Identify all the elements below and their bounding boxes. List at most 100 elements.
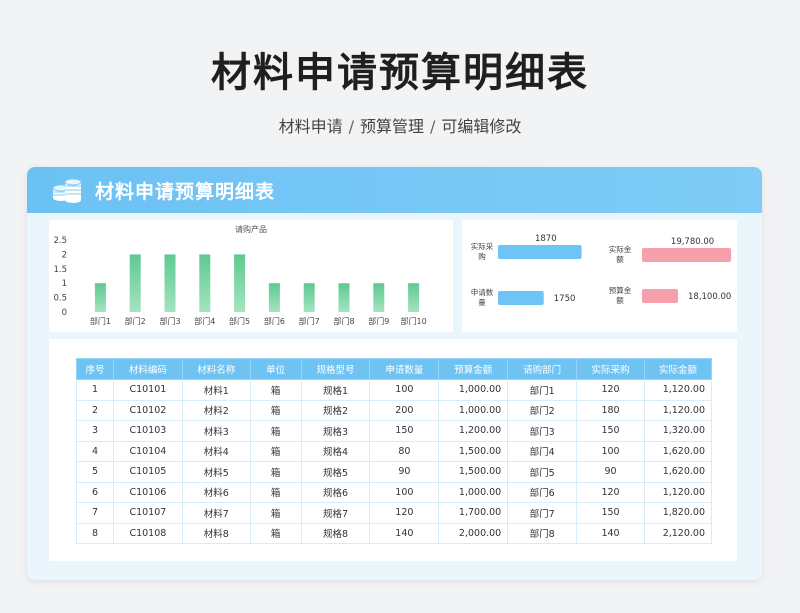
kpi-label: 量 <box>478 298 486 307</box>
table-cell: 箱 <box>249 420 302 442</box>
x-tick-label: 部门9 <box>368 316 389 326</box>
bar-6 <box>268 283 280 312</box>
table-cell: 规格6 <box>300 481 371 503</box>
bar-5 <box>234 254 246 312</box>
table-cell: C10106 <box>112 481 183 503</box>
table-cell: 规格7 <box>300 502 371 524</box>
table-cell: 规格2 <box>300 399 371 421</box>
table-cell: 1,000.00 <box>438 481 509 503</box>
y-tick-label: 0.5 <box>53 294 67 304</box>
breadcrumb: 材料申请 / 预算管理 / 可编辑修改 <box>0 113 800 137</box>
y-tick-label: 0 <box>62 308 67 318</box>
table-cell: 规格5 <box>300 461 371 483</box>
bar-2 <box>129 254 141 312</box>
table-cell: 100 <box>369 481 440 503</box>
breadcrumb-item-2: 预算管理 <box>359 117 424 136</box>
table-cell: 120 <box>369 502 440 524</box>
table-cell: 规格1 <box>300 379 371 401</box>
x-tick-label: 部门6 <box>264 316 285 326</box>
x-tick-label: 部门1 <box>90 316 111 326</box>
kpi-bar-1 <box>498 245 582 259</box>
table-cell: 1,200.00 <box>438 420 509 442</box>
kpi-bar-4 <box>642 289 678 303</box>
table-header-cell: 单位 <box>249 358 302 380</box>
table-header-cell: 实际采购 <box>576 358 645 380</box>
table-cell: 4 <box>76 440 114 462</box>
x-tick-label: 部门4 <box>194 316 215 326</box>
table-cell: 1,620.00 <box>643 440 713 462</box>
table-cell: 90 <box>369 461 440 483</box>
table-header-row: 序号 材料编码 材料名称 单位 规格型号 申请数量 预算金额 请购部门 实际采购 实际金额 <box>76 358 713 380</box>
table-cell: 规格4 <box>300 440 371 462</box>
table-cell: 2,000.00 <box>438 522 509 544</box>
kpi-value: 1870 <box>535 234 557 244</box>
table-cell: C10102 <box>112 399 183 421</box>
table-cell: C10103 <box>112 420 183 442</box>
table-cell: 部门3 <box>507 420 578 442</box>
table-cell: 箱 <box>249 379 302 401</box>
kpi-value: 18,100.00 <box>688 292 731 302</box>
budget-table: 序号 材料编码 材料名称 单位 规格型号 申请数量 预算金额 请购部门 实际采购 实际金额 1 C1… <box>76 358 713 544</box>
kpi-label: 购 <box>478 251 486 261</box>
table-cell: 部门6 <box>507 481 578 503</box>
table-cell: 100 <box>369 379 440 401</box>
table-cell: 规格8 <box>300 522 371 544</box>
kpi-label: 实际采 <box>471 241 494 251</box>
kpi-label: 额 <box>616 254 624 264</box>
table-row: 1 C10101 材料1 箱规格1 100 1,000.00 部门1 120 1,120.00 <box>76 379 713 401</box>
y-tick-label: 2.5 <box>53 236 67 246</box>
kpi-chart: 实际采购1870申请数量 1750实际金额19,780.00预算金额 18,100.… <box>471 234 732 307</box>
coin-stack-icon <box>52 178 82 203</box>
table-cell: 部门5 <box>507 461 578 483</box>
y-tick-label: 2 <box>62 250 67 260</box>
card-header: 材料申请预算明细表 <box>27 167 762 213</box>
table-cell: 箱 <box>249 461 302 483</box>
table-cell: 材料3 <box>181 420 251 442</box>
table-cell: 150 <box>576 502 645 524</box>
table-cell: 部门2 <box>507 399 578 421</box>
table-cell: 1,000.00 <box>438 379 509 401</box>
breadcrumb-separator: / <box>430 117 436 136</box>
kpi-bar-2 <box>498 291 544 305</box>
x-tick-label: 部门8 <box>333 316 354 326</box>
card-title: 材料申请预算明细表 <box>95 180 276 203</box>
table-cell: 1,000.00 <box>438 399 509 421</box>
x-tick-label: 部门3 <box>159 316 180 326</box>
y-tick-label: 1 <box>62 279 67 289</box>
table-panel: 序号 材料编码 材料名称 单位 规格型号 申请数量 预算金额 请购部门 实际采购 实际金额 1 C1… <box>49 339 737 561</box>
chart-title: 请购产品 <box>235 224 267 234</box>
table-cell: 100 <box>576 440 645 462</box>
table-cell: 140 <box>369 522 440 544</box>
table-cell: 箱 <box>249 440 302 462</box>
table-header-cell: 材料名称 <box>181 358 251 380</box>
table-cell: 材料8 <box>181 522 251 544</box>
x-tick-label: 部门2 <box>125 316 146 326</box>
table-cell: 180 <box>576 399 645 421</box>
table-cell: 1,620.00 <box>643 461 713 483</box>
table-row: 7 C10107 材料7 箱规格7 120 1,700.00 部门7 150 1,820.00 <box>76 502 713 524</box>
bar-3 <box>164 254 176 312</box>
table-cell: 150 <box>369 420 440 442</box>
table-row: 6 C10106 材料6 箱规格6 100 1,000.00 部门6 120 1,120.00 <box>76 481 713 503</box>
table-cell: C10104 <box>112 440 183 462</box>
bar-chart: 请购产品 0 0.5 1 1.5 2 2.5 部门1 部门2 部门3 部门4 部门5 部门6 部门7 部门8… <box>53 224 426 326</box>
table-cell: 箱 <box>249 399 302 421</box>
table-cell: 箱 <box>249 502 302 524</box>
table-cell: 1,120.00 <box>643 399 713 421</box>
x-tick-label: 部门5 <box>229 316 250 326</box>
kpi-label: 额 <box>616 295 624 305</box>
table-cell: C10108 <box>112 522 183 544</box>
kpi-value: 1750 <box>554 294 576 304</box>
table-cell: 200 <box>369 399 440 421</box>
x-tick-label: 部门7 <box>299 316 320 326</box>
table-cell: C10107 <box>112 502 183 524</box>
kpi-panel: 实际采购 1870 申请数量 1750 实际金额 19,780.00 预算金额 18,100.… <box>462 220 737 332</box>
table-cell: 6 <box>76 481 114 503</box>
table-header-cell: 申请数量 <box>369 358 440 380</box>
table-cell: 材料7 <box>181 502 251 524</box>
table-cell: 1,500.00 <box>438 461 509 483</box>
kpi-bar-3 <box>642 248 732 262</box>
bar-chart-panel: 请购产品 0 0.5 1 1.5 2 2.5 部门1 部门2 部门3 部门4 部门5 部门6 部门7 部门8… <box>49 220 453 332</box>
table-cell: 1 <box>76 379 114 401</box>
bar-9 <box>373 283 385 312</box>
